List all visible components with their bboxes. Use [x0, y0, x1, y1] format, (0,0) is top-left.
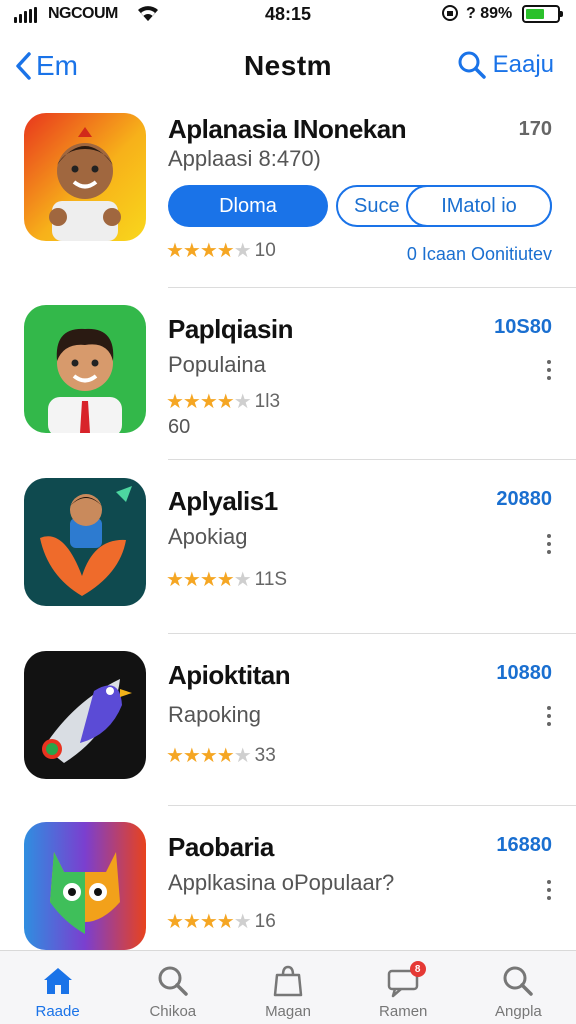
app-name: Apioktitan — [168, 660, 291, 690]
star-icon: ★★★★ — [166, 240, 235, 262]
rating-stars: ★★★★ ★ 10 — [166, 238, 276, 263]
app-name: Paplqiasin — [168, 314, 294, 344]
list-item[interactable]: Paplqiasin Populaina 10S80 ★★★★ ★ 1l3 60 — [0, 290, 576, 462]
tab-bar: Raade Chikoa Magan 8 Ramen Angpla — [0, 950, 576, 1024]
search-icon — [158, 966, 188, 996]
list-item[interactable]: Aplyalis1 Apokiag 20880 ★★★★ ★ 11S — [0, 462, 576, 634]
list-item[interactable]: Paobaria Applkasina oPopulaar? 16880 ★★★… — [0, 806, 576, 950]
star-empty-icon: ★ — [233, 745, 252, 767]
rating-stars: ★★★★ ★ 16 — [166, 909, 276, 934]
bag-icon — [273, 965, 303, 997]
divider — [168, 287, 576, 288]
star-icon: ★★★★ — [166, 569, 235, 591]
star-icon: ★★★★ — [166, 391, 235, 413]
rating-count: 11S — [254, 568, 288, 590]
tab-explore[interactable]: Angpla — [461, 951, 576, 1024]
rating-stars: ★★★★ ★ 1l3 — [166, 389, 280, 414]
more-options-button[interactable] — [544, 360, 554, 380]
app-price: 20880 — [496, 488, 552, 510]
app-subtitle: Apokiag — [168, 524, 248, 549]
app-note: 0 Icaan Oonitiutev — [406, 244, 552, 264]
star-empty-icon: ★ — [233, 911, 252, 933]
tab-label: Raade — [35, 1003, 80, 1020]
app-icon — [24, 822, 146, 950]
tab-label: Chikoa — [149, 1003, 197, 1020]
tab-label: Ramen — [379, 1003, 428, 1020]
tab-label: Angpla — [495, 1003, 542, 1020]
rating-count: 10 — [254, 239, 276, 261]
app-price: 10880 — [496, 662, 552, 684]
app-extra-info: 60 — [168, 416, 191, 438]
rating-count: 1l3 — [254, 390, 281, 412]
star-empty-icon: ★ — [233, 569, 252, 591]
app-price: 170 — [518, 118, 552, 140]
more-options-button[interactable] — [544, 880, 554, 900]
primary-action-button[interactable]: Dloma — [168, 185, 328, 227]
list-item[interactable]: Aplanasia INonekan Applaasi 8:470) 170 D… — [0, 0, 576, 290]
tab-home[interactable]: Raade — [0, 951, 115, 1024]
notification-badge: 8 — [409, 961, 426, 977]
list-item[interactable]: Apioktitan Rapoking 10880 ★★★★ ★ 33 — [0, 634, 576, 806]
app-price: 16880 — [496, 834, 552, 856]
tertiary-action-button[interactable]: IMatol io — [406, 185, 552, 227]
app-subtitle: Populaina — [168, 352, 266, 377]
app-subtitle: Rapoking — [168, 702, 261, 727]
app-subtitle: Applkasina oPopulaar? — [168, 870, 395, 895]
star-icon: ★★★★ — [166, 745, 235, 767]
app-icon — [24, 305, 146, 433]
star-icon: ★★★★ — [166, 911, 235, 933]
more-options-button[interactable] — [544, 534, 554, 554]
home-icon — [43, 968, 72, 994]
app-icon — [24, 113, 146, 241]
tab-search[interactable]: Chikoa — [115, 951, 230, 1024]
app-icon — [24, 478, 146, 606]
star-empty-icon: ★ — [233, 391, 252, 413]
tab-label: Magan — [265, 1003, 311, 1020]
rating-count: 16 — [254, 910, 276, 932]
app-name: Paobaria — [168, 832, 274, 862]
divider — [168, 459, 576, 460]
rating-stars: ★★★★ ★ 33 — [166, 743, 276, 768]
tab-bag[interactable]: Magan — [230, 951, 345, 1024]
app-name: Aplanasia INonekan — [168, 114, 407, 144]
tab-messages[interactable]: 8 Ramen — [346, 951, 461, 1024]
app-name: Aplyalis1 — [168, 486, 278, 516]
app-price: 10S80 — [494, 316, 552, 338]
star-empty-icon: ★ — [233, 240, 252, 262]
app-icon — [24, 651, 146, 779]
app-subtitle: Applaasi 8:470) — [168, 146, 321, 171]
search-icon — [503, 966, 534, 996]
rating-stars: ★★★★ ★ 11S — [166, 567, 287, 592]
more-options-button[interactable] — [544, 706, 554, 726]
rating-count: 33 — [254, 744, 276, 766]
